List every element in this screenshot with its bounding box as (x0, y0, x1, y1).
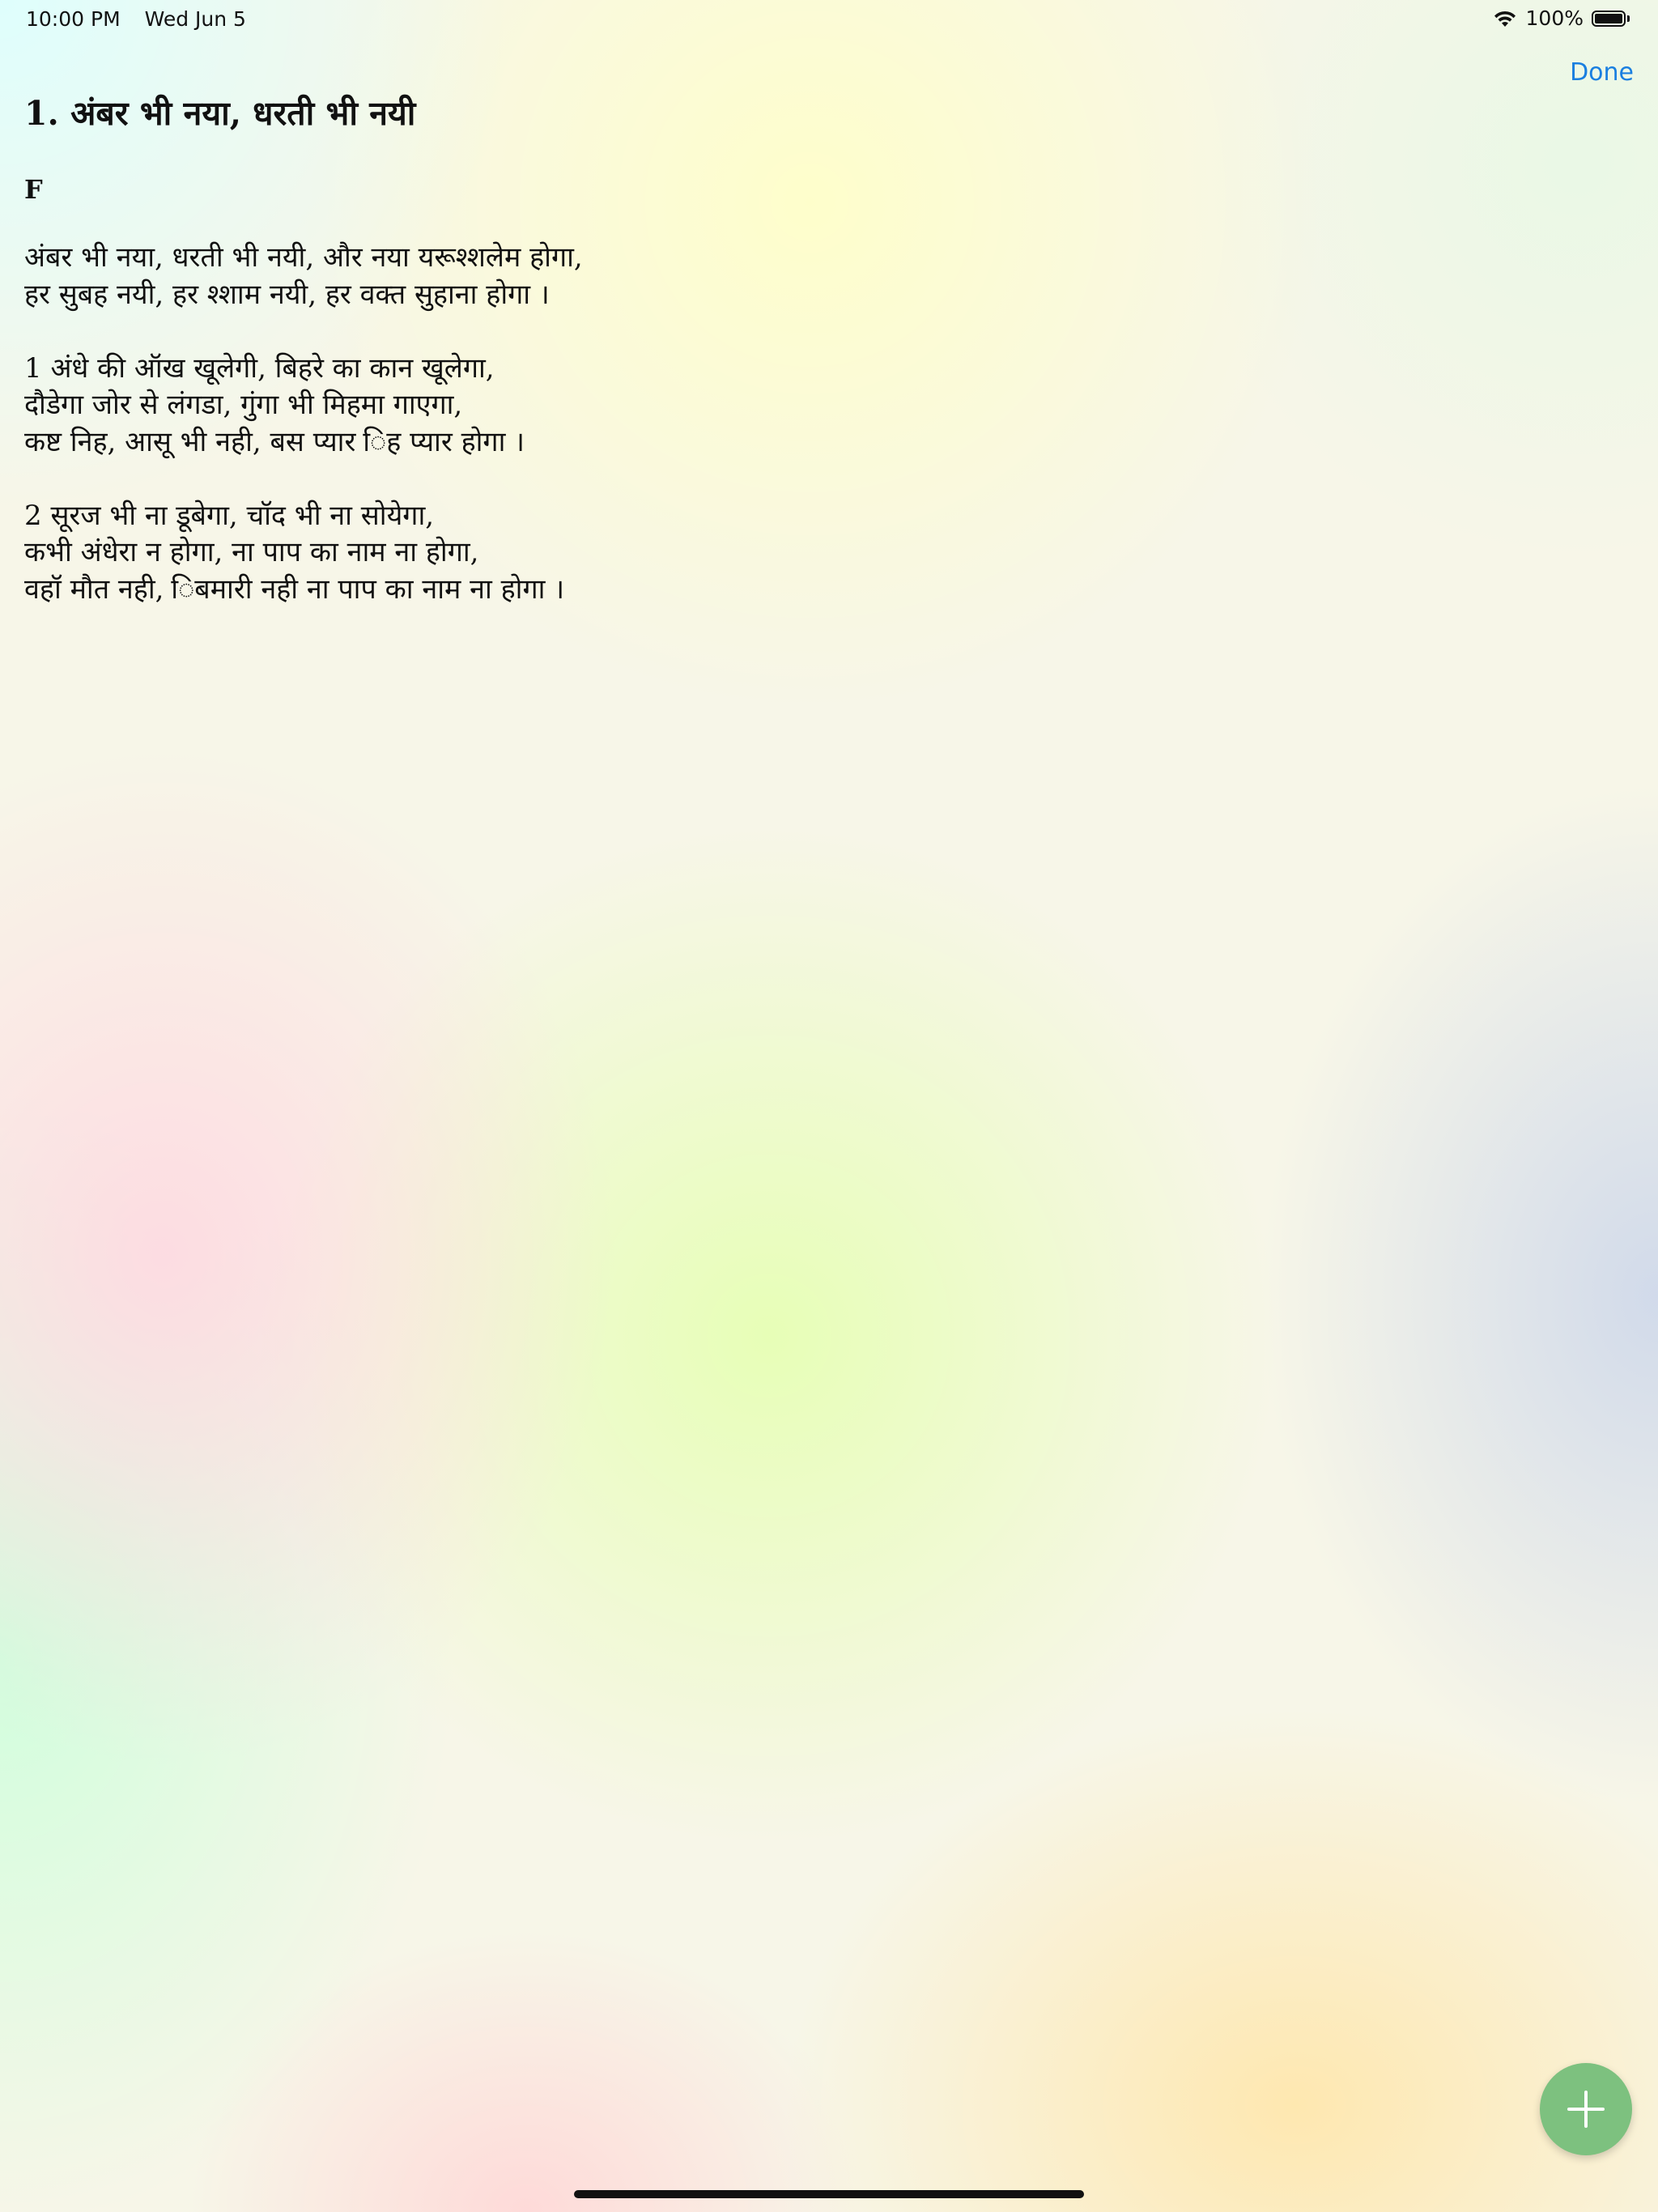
stanza-verse-2: 2 सूरज भी ना डूबेगा, चॉद भी ना सोयेगा, क… (24, 498, 1158, 609)
done-button[interactable]: Done (1563, 55, 1640, 90)
battery-percent: 100% (1525, 6, 1584, 30)
stanza-verse-1: 1 अंधे की ऑख खूलेगी, बिहरे का कान खूलेगा… (24, 351, 1158, 462)
lyric-line: हर सुबह नयी, हर श्शाम नयी, हर वक्त सुहान… (24, 278, 550, 311)
lyric-line: अंबर भी नया, धरती भी नयी, और नया यरूश्शल… (24, 241, 583, 274)
add-button[interactable] (1540, 2063, 1632, 2155)
status-right: 100% (1492, 6, 1632, 30)
status-date: Wed Jun 5 (144, 7, 246, 31)
status-left: 10:00 PM Wed Jun 5 (26, 7, 264, 31)
stanza-chorus: अंबर भी नया, धरती भी नयी, और नया यरूश्शल… (24, 240, 1158, 313)
song-title: 1. अंबर भी नया, धरती भी नयी (24, 94, 416, 133)
status-bar: 10:00 PM Wed Jun 5 100% (0, 0, 1658, 39)
status-time: 10:00 PM (26, 7, 121, 31)
lyric-line: कभी अंधेरा न होगा, ना पाप का नाम ना होगा… (24, 536, 479, 568)
song-content: 1. अंबर भी नया, धरती भी नयी F अंबर भी नय… (24, 89, 1158, 645)
home-indicator[interactable] (574, 2190, 1084, 2198)
lyrics: अंबर भी नया, धरती भी नयी, और नया यरूश्शल… (24, 240, 1158, 608)
plus-icon (1567, 2091, 1605, 2128)
song-key: F (24, 174, 43, 205)
lyric-line: कष्ट निह, आसू भी नही, बस प्यार िह प्यार … (24, 425, 525, 458)
lyric-line: 2 सूरज भी ना डूबेगा, चॉद भी ना सोयेगा, (24, 499, 435, 532)
battery-icon (1592, 9, 1632, 28)
lyric-line: दौडेगा जोर से लंगडा, गुंगा भी मिहमा गाएग… (24, 389, 463, 421)
wifi-icon (1494, 11, 1516, 27)
lyric-line: वहॉ मौत नही, िबमारी नही ना पाप का नाम ना… (24, 572, 565, 606)
lyric-line: 1 अंधे की ऑख खूलेगी, बिहरे का कान खूलेगा… (24, 351, 495, 385)
